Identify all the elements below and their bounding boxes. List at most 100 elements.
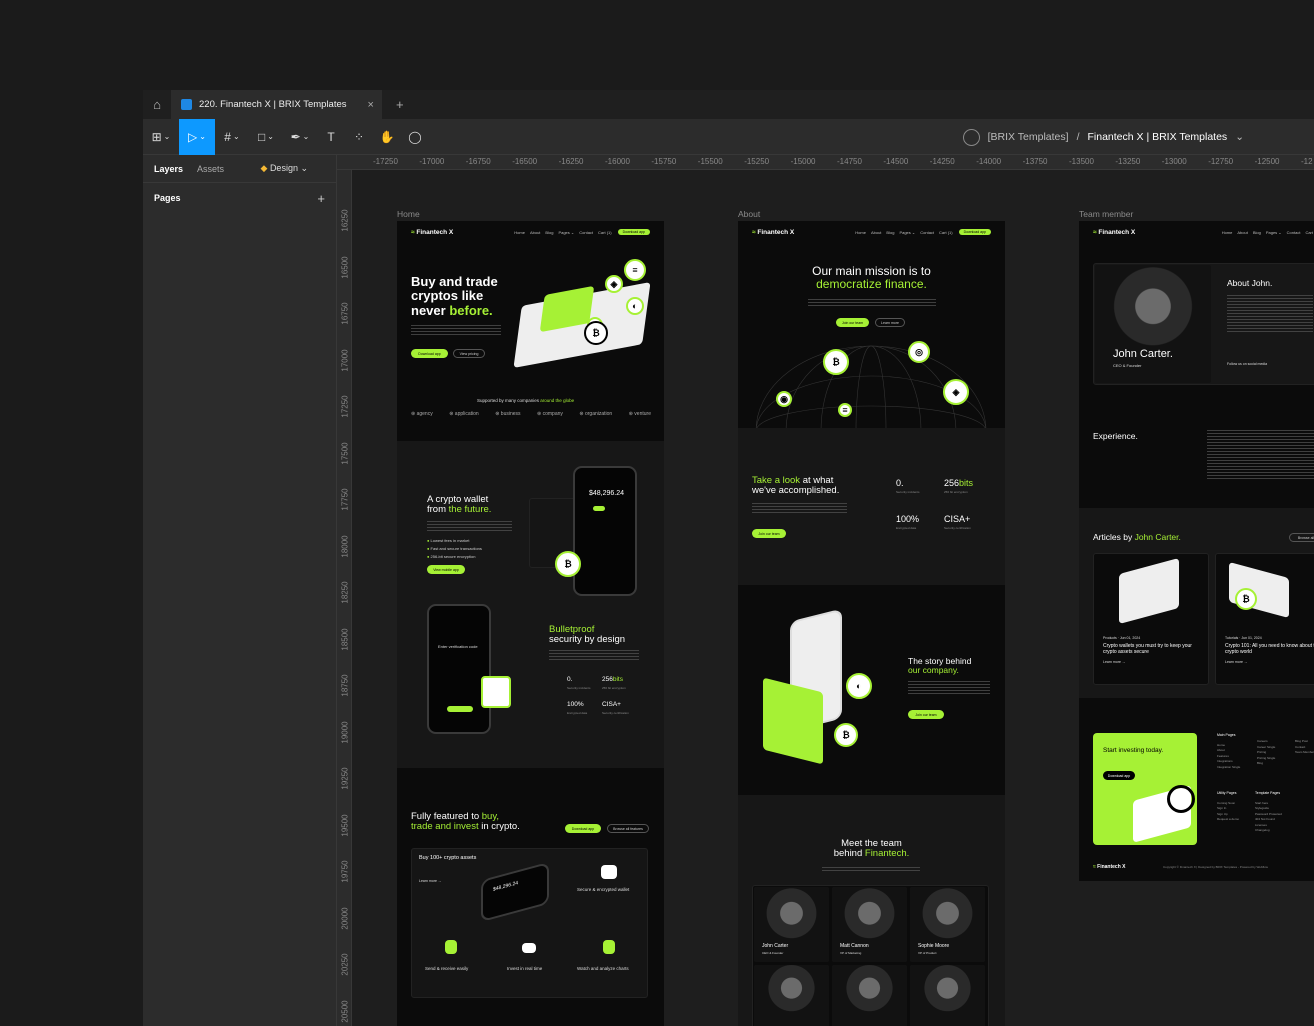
tab-layers[interactable]: Layers — [154, 164, 183, 174]
bitcoin-coin-icon: ₿ — [1235, 588, 1257, 610]
partner-logo: ⊛ venture — [628, 411, 651, 417]
move-tool-button[interactable]: ▷ ⌄ — [179, 118, 215, 155]
member-about-title: About John. — [1227, 278, 1273, 288]
home-logo: Finantech X — [411, 229, 453, 236]
breadcrumb-separator: / — [1076, 131, 1080, 143]
frame-label-team[interactable]: Team member — [1079, 209, 1133, 219]
ruler-tick-label: 18750 — [340, 674, 350, 697]
articles-section: Articles by John Carter. Browse all Prod… — [1079, 508, 1314, 698]
articles-browse-btn: Browse all — [1289, 533, 1314, 542]
ruler-tick-label: -13750 — [1022, 157, 1048, 166]
stat-value: 100% — [567, 701, 584, 708]
verification-title: Enter verification code — [438, 644, 478, 649]
footer-logo: ≈ Finantech X — [1093, 864, 1126, 870]
footer-link: Team Member — [1295, 750, 1314, 754]
tab-assets[interactable]: Assets — [197, 164, 224, 174]
member-social-label: Follow us on social media — [1227, 362, 1268, 366]
wallet-icon — [601, 865, 617, 879]
feature-send-title: Send & receive easily — [425, 966, 469, 971]
ruler-tick-label: -15250 — [744, 157, 770, 166]
home-supported-text: Supported by many companies around the g… — [477, 398, 575, 403]
team-member-role: VP of Product — [918, 951, 937, 955]
home-nav-cta: Download app — [617, 229, 650, 235]
features-btn-secondary: Browse all features — [607, 824, 649, 833]
frame-label-about[interactable]: About — [738, 209, 760, 219]
file-name[interactable]: Finantech X | BRIX Templates — [1088, 131, 1228, 143]
bitcoin-coin-icon: ₿ — [834, 723, 858, 747]
frame-label-home[interactable]: Home — [397, 209, 420, 219]
coin-icon: ◐ — [626, 297, 644, 315]
wallet-balance: $48,296.24 — [589, 490, 625, 497]
bitcoin-coin-icon: ₿ — [823, 349, 849, 375]
stat-number: 0. — [896, 478, 904, 488]
add-page-button[interactable]: + — [317, 191, 325, 206]
home-navbar: Finantech X Home About Blog Pages ⌄ Contact C… — [397, 221, 664, 243]
team-member-role: VP of Marketing — [840, 951, 862, 955]
stat-value: CISA+ — [944, 514, 970, 524]
stat-number: 100% — [567, 701, 584, 708]
design-mode-toggle[interactable]: ◆ Design ⌄ — [261, 163, 308, 174]
about-navbar: Finantech X Home About Blog Pages ⌄ Contact C… — [738, 221, 1005, 243]
stat-number: 256 — [944, 478, 960, 488]
feature-buy-title: Buy 100+ crypto assets — [419, 855, 477, 861]
ruler-tick-label: 18000 — [340, 534, 350, 558]
stat-label: Encrypted data — [896, 526, 917, 530]
comment-tool-button[interactable]: ◯ — [401, 119, 429, 155]
ruler-tick-label: 19500 — [340, 813, 350, 837]
home-hero-btn-secondary: View pricing — [453, 349, 485, 358]
articles-title: Articles by John Carter. — [1093, 532, 1181, 542]
coin-icon: ◉ — [776, 391, 792, 407]
stat-unit: bits — [959, 478, 974, 488]
wallet-bullet: ● 256-bit secure encryption — [427, 553, 482, 561]
nav-link: Cart (1) — [939, 229, 953, 235]
resources-button[interactable]: ⁘ — [345, 119, 373, 155]
home-icon[interactable]: ⌂ — [143, 90, 171, 119]
nav-link: Home — [514, 229, 525, 235]
nav-link: Pages ⌄ — [558, 229, 575, 235]
chevron-down-icon[interactable]: ⌄ — [1235, 131, 1244, 143]
ruler-tick-label: 17000 — [340, 348, 350, 372]
team-member-name: John Carter — [762, 943, 789, 949]
frame-team-member[interactable]: Finantech X Home About Blog Pages ⌄ Contact C… — [1079, 221, 1314, 881]
hand-tool-button[interactable]: ✋ — [373, 119, 401, 155]
main-menu-button[interactable]: ⊞ ⌄ — [143, 119, 179, 155]
wallet-bullet-label: 256-bit secure encryption — [430, 554, 476, 559]
story-btn: Join our team — [908, 710, 944, 719]
padlock-icon — [481, 676, 511, 708]
footer-column: Blog Post Contact Team Member — [1295, 739, 1314, 756]
ruler-tick-label: 19000 — [340, 720, 350, 744]
design-mode-icon: ◆ — [260, 163, 270, 173]
about-story-section: ◐ ₿ The story behind our company. Join o… — [738, 585, 1005, 795]
ruler-tick-label: 19750 — [340, 860, 350, 883]
new-tab-button[interactable]: + — [396, 97, 404, 112]
partner-logo: ⊛ organization — [579, 411, 613, 417]
ruler-top: -17250 -17000 -16750 -16500 -16250 -16000 -157… — [337, 155, 1314, 170]
footer-column-heading: Template Pages — [1255, 791, 1281, 795]
coin-icon: ◎ — [908, 341, 930, 363]
nav-link: About — [1237, 229, 1248, 235]
team-name[interactable]: [BRIX Templates] — [988, 131, 1069, 143]
ruler-left: 16250 16500 16750 17000 17250 17500 17750 18000… — [337, 170, 352, 1026]
pages-label: Pages — [154, 193, 181, 203]
ruler-tick-label: -12 — [1301, 157, 1313, 166]
text-tool-button[interactable]: T — [317, 119, 345, 155]
home-hero-title: Buy and trade cryptos like never before. — [411, 274, 498, 318]
chart-icon — [603, 940, 615, 954]
file-tab[interactable]: 220. Finantech X | BRIX Templates × — [171, 90, 382, 119]
member-name: John Carter. — [1113, 348, 1173, 360]
canvas[interactable]: -17250 -17000 -16750 -16500 -16250 -16000 -157… — [337, 155, 1314, 1026]
stat-number: CISA+ — [944, 514, 971, 524]
team-title: Meet the team behind Finantech. — [833, 838, 910, 860]
frame-home[interactable]: Finantech X Home About Blog Pages ⌄ Contact C… — [397, 221, 664, 1026]
ruler-tick-label: 17250 — [340, 395, 350, 418]
coin-icon: ◈ — [943, 379, 969, 405]
pen-tool-button[interactable]: ✒ ⌄ — [283, 119, 317, 155]
frame-about[interactable]: Finantech X Home About Blog Pages ⌄ Contact C… — [738, 221, 1005, 1026]
nav-link: Pages ⌄ — [899, 229, 916, 235]
frame-tool-button[interactable]: # ⌄ — [215, 119, 249, 155]
stat-value: 0. — [567, 676, 572, 683]
close-tab-icon[interactable]: × — [368, 99, 374, 111]
shape-tool-button[interactable]: □ ⌄ — [249, 119, 283, 155]
home-features-section: Fully featured to buy, trade and invest … — [397, 768, 664, 1026]
home-hero-btn-primary: Download app — [411, 349, 448, 358]
